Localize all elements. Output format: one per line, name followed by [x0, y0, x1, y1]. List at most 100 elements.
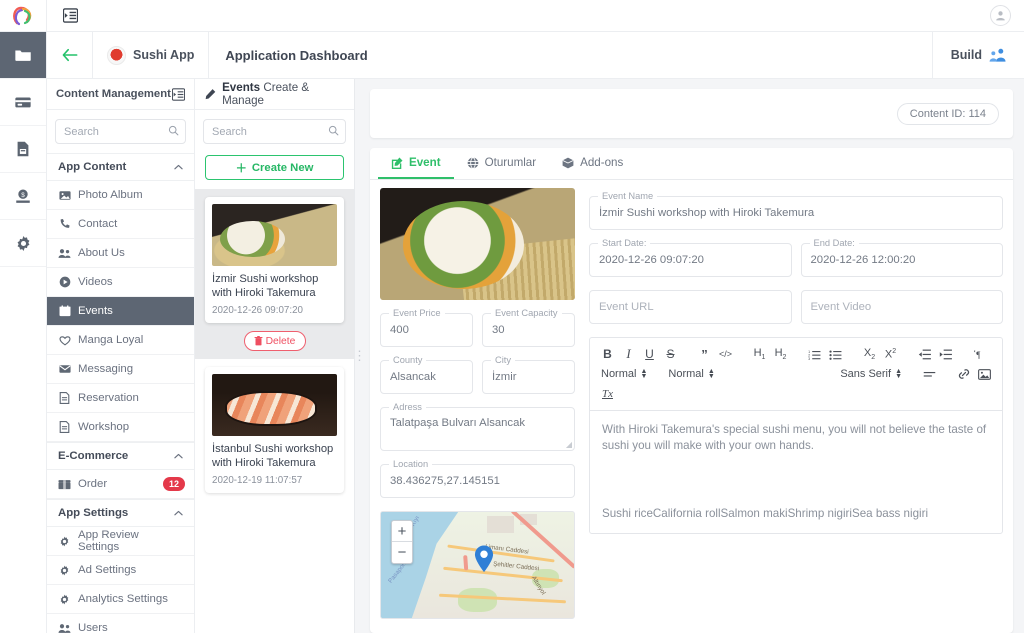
event-card[interactable]: İstanbul Sushi workshop with Hiroki Take… — [205, 367, 344, 493]
address-field[interactable]: Adress Talatpaşa Bulvarı Alsancak ◢ — [380, 402, 575, 451]
image-button[interactable] — [974, 364, 995, 384]
tab-oturumlar[interactable]: Oturumlar — [454, 148, 550, 179]
price-capacity-row: Event Price 400 Event Capacity 30 — [380, 300, 575, 347]
nav-group-label: App Settings — [58, 507, 129, 519]
italic-button[interactable]: I — [618, 344, 639, 364]
app-logo[interactable] — [0, 0, 47, 31]
address-value: Talatpaşa Bulvarı Alsancak — [390, 417, 526, 429]
editor-toolbar-row-1: B I U S ” </> H1 H2 1 2 3 X2 X2 ¶ — [597, 344, 995, 364]
tab-event[interactable]: Event — [378, 148, 454, 179]
event-url-field[interactable]: Event URL — [589, 290, 792, 324]
page-title: Application Dashboard — [225, 47, 368, 63]
build-button[interactable]: Build — [931, 32, 1024, 78]
breadcrumb-app[interactable]: Sushi App — [93, 32, 210, 78]
editor-toolbar-row-3: Tx — [597, 384, 995, 404]
text-direction-button[interactable]: ¶ — [969, 344, 990, 364]
panel-resize-handle[interactable]: ⋮ — [353, 79, 366, 633]
event-name-field[interactable]: Event Name İzmir Sushi workshop with Hir… — [589, 191, 1003, 230]
tab-add-ons[interactable]: Add-ons — [549, 148, 636, 179]
sidebar-item-ad-settings[interactable]: Ad Settings — [47, 556, 194, 585]
event-price-field[interactable]: Event Price 400 — [380, 308, 473, 347]
map-zoom-out-button[interactable]: − — [392, 542, 412, 563]
map-zoom-in-button[interactable]: + — [392, 521, 412, 542]
align-button[interactable] — [919, 364, 940, 384]
textarea-resize-handle[interactable]: ◢ — [566, 440, 572, 449]
subscript-button[interactable]: X2 — [859, 344, 880, 364]
event-card[interactable]: İzmir Sushi workshop with Hiroki Takemur… — [205, 197, 344, 323]
sidebar-item-manga-loyal[interactable]: Manga Loyal — [47, 326, 194, 355]
rail-item-content[interactable] — [0, 32, 46, 79]
tab-label: Oturumlar — [484, 156, 537, 169]
breadcrumb-app-name: Sushi App — [133, 48, 195, 62]
list-item[interactable]: İzmir Sushi workshop with Hiroki Takemur… — [195, 189, 354, 359]
sidebar-item-contact[interactable]: Contact — [47, 210, 194, 239]
content-search-input[interactable] — [55, 119, 186, 144]
outdent-button[interactable] — [914, 344, 935, 364]
font-select[interactable]: Sans Serif ▲ ▼ — [836, 364, 906, 384]
start-date-field[interactable]: Start Date: 2020-12-26 09:07:20 — [589, 238, 792, 277]
end-date-field[interactable]: End Date: 2020-12-26 12:00:20 — [800, 238, 1003, 277]
bullet-list-button[interactable] — [825, 344, 846, 364]
collapse-sidebar-button[interactable] — [47, 0, 93, 31]
editor-content[interactable]: With Hiroki Takemura's special sushi men… — [590, 411, 1002, 533]
size-select[interactable]: Normal ▲ ▼ — [597, 364, 651, 384]
underline-button[interactable]: U — [639, 344, 660, 364]
map-zoom-control: + − — [391, 520, 413, 564]
panel-toggle-icon[interactable] — [172, 87, 185, 101]
header-select[interactable]: Normal ▲ ▼ — [664, 364, 718, 384]
location-field[interactable]: Location 38.436275,27.145151 — [380, 459, 575, 498]
gear-icon — [58, 536, 71, 547]
indent-button[interactable] — [935, 344, 956, 364]
rail-item-revenue[interactable]: $ — [0, 173, 46, 220]
list-item[interactable]: İstanbul Sushi workshop with Hiroki Take… — [195, 359, 354, 493]
rail-item-settings[interactable] — [0, 220, 46, 267]
sidebar-item-reservation[interactable]: Reservation — [47, 384, 194, 413]
breadcrumb: Sushi App Application Dashboard Build — [47, 32, 1024, 79]
sidebar-item-messaging[interactable]: Messaging — [47, 355, 194, 384]
bold-button[interactable]: B — [597, 344, 618, 364]
header-1-button[interactable]: H1 — [749, 344, 770, 364]
trash-icon — [254, 336, 263, 346]
event-capacity-field[interactable]: Event Capacity 30 — [482, 308, 575, 347]
nav-group-app-content[interactable]: App Content — [47, 153, 194, 181]
ordered-list-button[interactable]: 123 — [804, 344, 825, 364]
rail-item-documents[interactable] — [0, 126, 46, 173]
clear-format-button[interactable]: Tx — [597, 384, 618, 404]
header-2-button[interactable]: H2 — [770, 344, 791, 364]
nav-group-app-settings[interactable]: App Settings — [47, 499, 194, 527]
link-button[interactable] — [953, 364, 974, 384]
map-block — [487, 516, 515, 534]
sidebar-item-photo-album[interactable]: Photo Album — [47, 181, 194, 210]
sidebar-item-workshop[interactable]: Workshop — [47, 413, 194, 442]
city-field[interactable]: City İzmir — [482, 355, 575, 394]
nav-group-ecommerce[interactable]: E-Commerce — [47, 442, 194, 470]
event-capacity-value: 30 — [492, 324, 505, 336]
sidebar-item-order[interactable]: Order 12 — [47, 470, 194, 499]
county-field[interactable]: County Alsancak — [380, 355, 473, 394]
superscript-button[interactable]: X2 — [880, 344, 901, 364]
sidebar-item-analytics-settings[interactable]: Analytics Settings — [47, 585, 194, 614]
rail-item-payments[interactable] — [0, 79, 46, 126]
sidebar-item-users[interactable]: Users — [47, 614, 194, 633]
account-button[interactable] — [977, 0, 1024, 31]
event-hero-image[interactable] — [380, 188, 575, 300]
sidebar-item-about-us[interactable]: About Us — [47, 239, 194, 268]
blockquote-button[interactable]: ” — [694, 344, 715, 364]
sidebar-item-app-review-settings[interactable]: App Review Settings — [47, 527, 194, 556]
sidebar-item-events[interactable]: Events — [47, 297, 194, 326]
location-map[interactable]: Limanı Caddesi Şehitler Caddesi Altınyol… — [380, 511, 575, 619]
create-new-button[interactable]: ＋ Create New — [205, 155, 344, 180]
strikethrough-button[interactable]: S — [660, 344, 681, 364]
back-button[interactable] — [47, 32, 93, 78]
editor-toolbar: B I U S ” </> H1 H2 1 2 3 X2 X2 ¶ Normal… — [590, 338, 1002, 411]
event-video-field[interactable]: Event Video — [800, 290, 1003, 324]
event-name-label: Event Name — [598, 191, 658, 201]
top-strip — [0, 0, 1024, 32]
events-search-input[interactable] — [203, 119, 346, 144]
code-block-button[interactable]: </> — [715, 344, 736, 364]
plus-icon: ＋ — [235, 162, 247, 175]
sidebar-item-videos[interactable]: Videos — [47, 268, 194, 297]
delete-button[interactable]: Delete — [243, 331, 306, 351]
app-logo-icon — [13, 6, 32, 25]
nav-group-label: E-Commerce — [58, 450, 129, 462]
